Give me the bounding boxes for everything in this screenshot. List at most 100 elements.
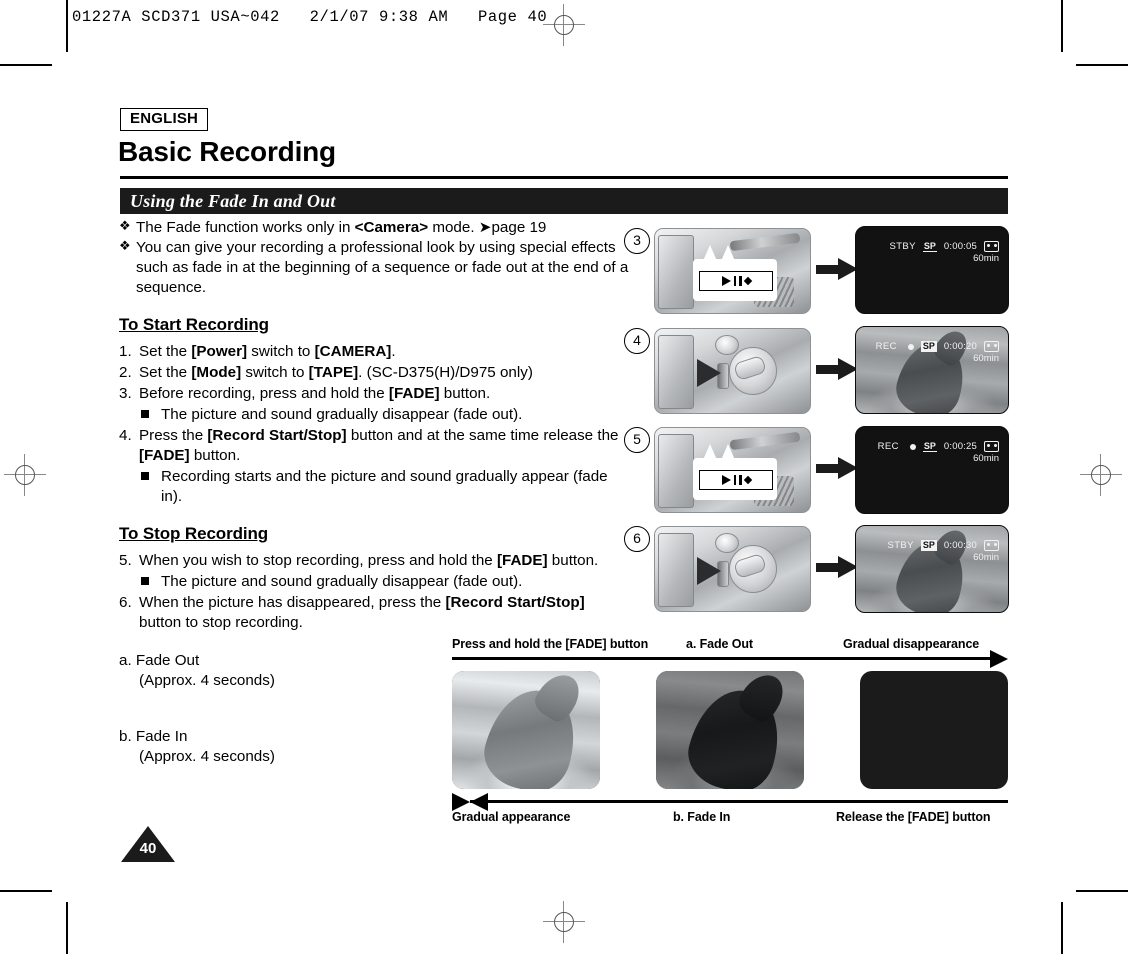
lcd-screen-step-5: REC SP 0:00:25 60min <box>855 426 1009 514</box>
club-bullet-icon: ❖ <box>119 218 131 233</box>
lcd-quality-indicator: SP <box>920 540 937 551</box>
lcd-screen-step-4: REC SP 0:00:20 60min <box>855 326 1009 414</box>
lcd-tape-remaining: 60min <box>973 253 999 264</box>
pause-icon-bar-left <box>733 475 736 485</box>
step-6-number: 6. <box>119 593 132 611</box>
filmstrip-caption-top-left: Press and hold the [FADE] button <box>452 637 649 651</box>
fade-button-callout <box>693 259 777 301</box>
lcd-quality-indicator: SP <box>920 341 937 352</box>
step-6-text: When the picture has disappeared, press … <box>139 593 585 631</box>
step-4-text: Press the [Record Start/Stop] button and… <box>139 426 619 464</box>
camera-illustration-step-6 <box>654 526 811 612</box>
step-3-text: Before recording, press and hold the [FA… <box>139 384 491 402</box>
step-badge-4-label: 4 <box>633 332 641 348</box>
step-badge-6: 6 <box>624 526 650 552</box>
step-5-substep: The picture and sound gradually disappea… <box>119 572 631 592</box>
fade-button-glyphs <box>700 471 772 489</box>
language-badge-label: ENGLISH <box>130 110 199 127</box>
step-2-number: 2. <box>119 363 132 381</box>
arrow-head <box>452 793 488 811</box>
flow-arrow-step-3 <box>816 258 858 280</box>
lcd-osd-step-6: STBY SP 0:00:30 60min <box>856 526 1008 612</box>
record-dot-icon <box>909 443 916 450</box>
square-bullet-icon <box>141 472 149 481</box>
diamond-icon <box>743 475 752 485</box>
step-3-substep: The picture and sound gradually disappea… <box>119 405 631 425</box>
step-4-substep: Recording starts and the picture and sou… <box>119 467 631 507</box>
step-badge-5: 5 <box>624 427 650 453</box>
step-5-number: 5. <box>119 551 132 569</box>
lcd-screen-step-3: STBY SP 0:00:05 60min <box>855 226 1009 314</box>
step-badge-3-label: 3 <box>633 232 641 248</box>
step-4-substep-text: Recording starts and the picture and sou… <box>161 468 608 506</box>
play-icon <box>721 276 731 286</box>
step-badge-6-label: 6 <box>633 530 641 546</box>
club-bullet-icon: ❖ <box>119 238 131 254</box>
filmstrip-caption-bottom-left: Gradual appearance <box>452 810 571 824</box>
lcd-mode-indicator: REC <box>877 441 899 452</box>
lcd-timecode: 0:00:25 <box>943 441 977 452</box>
arrow-head <box>990 650 1008 668</box>
page-number-pennant: 40 <box>121 826 175 862</box>
start-recording-heading: To Start Recording <box>119 315 269 335</box>
lcd-tape-remaining: 60min <box>973 353 999 364</box>
step-5-substep-text: The picture and sound gradually disappea… <box>161 572 523 590</box>
section-title: Using the Fade In and Out <box>130 191 336 211</box>
step-4: 4. Press the [Record Start/Stop] button … <box>119 426 631 466</box>
manual-page: ENGLISH Basic Recording Using the Fade I… <box>0 0 1128 954</box>
lcd-quality-indicator: SP <box>922 441 937 452</box>
page-number: 40 <box>139 840 157 857</box>
step-3: 3. Before recording, press and hold the … <box>119 384 631 404</box>
title-rule <box>120 176 1008 179</box>
section-header-bar: Using the Fade In and Out <box>120 188 1008 214</box>
flow-arrow-step-6 <box>816 556 858 578</box>
step-1-number: 1. <box>119 342 132 360</box>
fade-out-direction-arrow <box>452 650 1008 668</box>
step-1-text: Set the [Power] switch to [CAMERA]. <box>139 342 396 360</box>
page-title: Basic Recording <box>118 136 336 167</box>
lcd-osd-row-top: STBY SP 0:00:30 <box>856 540 1008 551</box>
camera-illustration-step-4 <box>654 328 811 414</box>
fade-button-box <box>699 271 773 291</box>
intro-bullet: ❖ The Fade function works only in <Camer… <box>119 218 631 238</box>
pause-icon-bar-right <box>739 475 742 485</box>
fade-button-box <box>699 470 773 490</box>
arrow-shaft <box>452 657 990 660</box>
step-badge-5-label: 5 <box>633 431 641 447</box>
lcd-osd-row-top: STBY SP 0:00:05 <box>856 241 1008 252</box>
lcd-osd-step-5: REC SP 0:00:25 60min <box>856 427 1008 513</box>
filmstrip-frame-dark <box>656 671 804 789</box>
filmstrip-frame-black <box>860 671 1008 789</box>
lcd-mode-indicator: REC <box>875 341 897 352</box>
step-1: 1. Set the [Power] switch to [CAMERA]. <box>119 342 631 362</box>
diamond-icon <box>743 276 752 286</box>
pause-icon-bar-right <box>739 276 742 286</box>
camera-lcd-panel <box>658 533 694 607</box>
step-badge-4: 4 <box>624 328 650 354</box>
step-3-number: 3. <box>119 384 132 402</box>
camera-lcd-panel <box>658 335 694 409</box>
camera-viewfinder <box>715 335 739 355</box>
camera-illustration-step-5 <box>654 427 811 513</box>
step-badge-3: 3 <box>624 228 650 254</box>
tape-cassette-icon <box>984 540 999 551</box>
flow-arrow-step-4 <box>816 358 858 380</box>
intro-bullet: ❖ You can give your recording a professi… <box>119 238 631 298</box>
fade-button-glyphs <box>700 272 772 290</box>
lcd-timecode: 0:00:05 <box>943 241 977 252</box>
record-start-stop-pointer-icon <box>697 557 721 585</box>
tape-cassette-icon <box>984 441 999 452</box>
step-3-substep-text: The picture and sound gradually disappea… <box>161 405 523 423</box>
record-dot-icon <box>907 343 914 350</box>
lcd-tape-remaining: 60min <box>973 453 999 464</box>
filmstrip-caption-bottom-right: Release the [FADE] button <box>836 810 991 824</box>
flow-arrow-step-5 <box>816 457 858 479</box>
camera-illustration-step-3 <box>654 228 811 314</box>
camera-lcd-panel <box>658 235 694 309</box>
intro-bullet-text: The Fade function works only in <Camera>… <box>136 219 547 236</box>
lcd-mode-indicator: STBY <box>889 241 916 252</box>
tape-cassette-icon <box>984 241 999 252</box>
lcd-mode-indicator: STBY <box>887 540 914 551</box>
lcd-osd-step-3: STBY SP 0:00:05 60min <box>856 227 1008 313</box>
play-icon <box>721 475 731 485</box>
